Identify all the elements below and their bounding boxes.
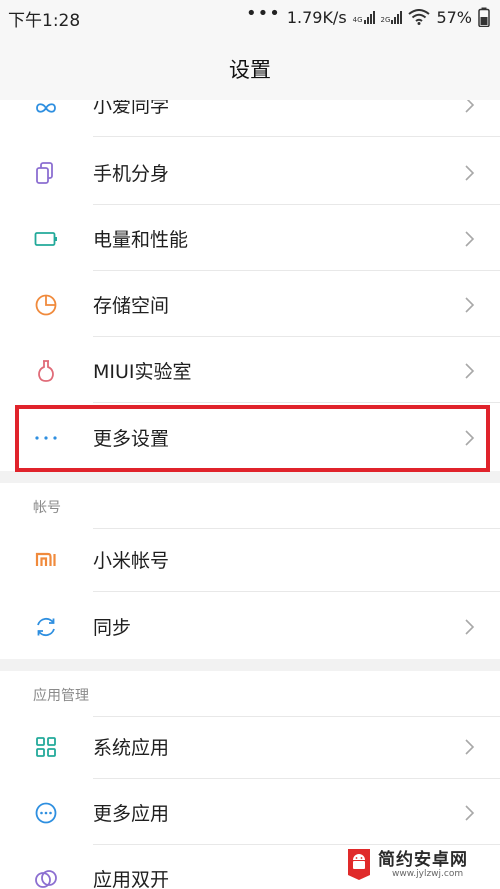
watermark-title: 简约安卓网 [378, 850, 468, 870]
chevron-right-icon [465, 363, 475, 379]
settings-item-label: 小米帐号 [93, 550, 170, 572]
storage-pie-icon [35, 294, 57, 316]
section-divider [0, 471, 500, 483]
chevron-right-icon [465, 231, 475, 247]
grid-apps-icon [36, 737, 56, 757]
xiaoai-icon [36, 103, 56, 113]
dual-apps-icon [35, 870, 57, 888]
settings-item-miui-lab[interactable]: MIUI实验室 [0, 337, 500, 403]
settings-item-label: 电量和性能 [93, 229, 189, 251]
more-apps-icon [35, 802, 57, 824]
signal-1-icon: 4G [353, 10, 375, 24]
battery-icon-status [478, 7, 490, 27]
status-indicators: ••• 1.79K/s 4G 2G 57% [245, 3, 490, 28]
settings-item-mi-account[interactable]: 小米帐号 [0, 526, 500, 592]
chevron-right-icon [465, 165, 475, 181]
settings-item-label: 手机分身 [93, 163, 170, 185]
battery-percent: 57% [436, 7, 472, 27]
section-title: 应用管理 [33, 688, 89, 704]
divider [93, 136, 500, 137]
second-space-icon [36, 162, 53, 184]
settings-item-label: 小爱同学 [93, 100, 170, 117]
divider [93, 591, 500, 592]
header: 设置 [0, 34, 500, 100]
settings-item-more-apps[interactable]: 更多应用 [0, 779, 500, 845]
section-title: 帐号 [33, 500, 61, 516]
flask-icon [38, 360, 54, 382]
chevron-right-icon [465, 100, 475, 113]
settings-item-label: 系统应用 [93, 737, 170, 759]
section-header-account: 帐号 [0, 483, 500, 529]
section-divider [0, 659, 500, 671]
watermark-url: www.jylzwj.com [392, 869, 464, 879]
status-time: 下午1:28 [8, 11, 81, 31]
settings-list[interactable]: 小爱同学 手机分身 电量和性能 存储空间 MIUI实验室 更多设置 帐号 小米帐… [0, 100, 500, 889]
settings-item-second-space[interactable]: 手机分身 [0, 139, 500, 205]
chevron-right-icon [465, 297, 475, 313]
divider [93, 402, 500, 403]
battery-icon [34, 232, 57, 246]
page-title: 设置 [229, 58, 271, 82]
settings-item-label: 同步 [93, 617, 132, 639]
chevron-right-icon [465, 739, 475, 755]
status-bar: 下午1:28 ••• 1.79K/s 4G 2G 57% [0, 0, 500, 34]
settings-item-label: 更多应用 [93, 803, 170, 825]
signal-2-icon: 2G [381, 10, 403, 24]
section-header-app-management: 应用管理 [0, 671, 500, 717]
chevron-right-icon [465, 619, 475, 635]
sync-icon [37, 617, 55, 637]
network-speed: 1.79K/s [286, 7, 347, 27]
settings-item-label: 存储空间 [93, 295, 170, 317]
watermark: 简约安卓网 www.jylzwj.com [344, 845, 494, 885]
settings-item-system-apps[interactable]: 系统应用 [0, 713, 500, 779]
settings-item-battery-performance[interactable]: 电量和性能 [0, 205, 500, 271]
settings-item-sync[interactable]: 同步 [0, 593, 500, 659]
chevron-right-icon [465, 805, 475, 821]
settings-item-label: MIUI实验室 [93, 361, 192, 383]
wifi-icon [408, 9, 431, 25]
mi-logo-icon [35, 552, 56, 566]
settings-item-label: 应用双开 [93, 869, 170, 889]
notification-dots: ••• [245, 3, 281, 24]
settings-item-xiaoai[interactable]: 小爱同学 [0, 100, 500, 137]
settings-item-storage[interactable]: 存储空间 [0, 271, 500, 337]
android-logo-icon [348, 849, 370, 880]
highlight-box [15, 405, 490, 472]
